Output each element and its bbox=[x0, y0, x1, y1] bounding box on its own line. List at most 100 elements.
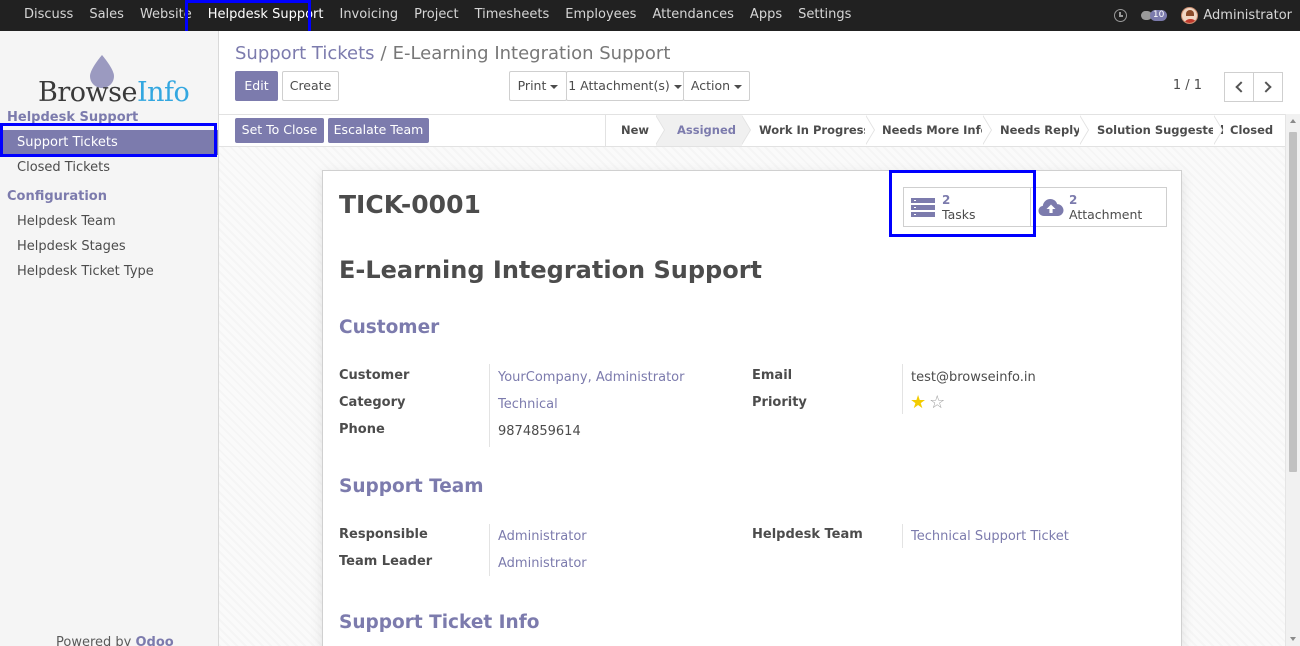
user-name: Administrator bbox=[1203, 8, 1292, 23]
sidebar-item-closed-tickets[interactable]: Closed Tickets bbox=[0, 155, 218, 180]
clock-icon[interactable] bbox=[1113, 9, 1127, 22]
menu-helpdesk-support[interactable]: Helpdesk Support bbox=[200, 0, 332, 31]
category-value[interactable]: Technical bbox=[498, 397, 558, 412]
breadcrumb-support-tickets[interactable]: Support Tickets bbox=[235, 43, 375, 64]
create-button[interactable]: Create bbox=[282, 71, 339, 101]
attachment-stat-button[interactable]: 2 Attachment bbox=[1030, 187, 1167, 227]
pager-next-button[interactable] bbox=[1253, 72, 1283, 102]
helpdesk-team-value[interactable]: Technical Support Ticket bbox=[911, 529, 1069, 544]
stage-closed[interactable]: Closed bbox=[1214, 115, 1285, 146]
menu-project[interactable]: Project bbox=[406, 0, 466, 31]
phone-label: Phone bbox=[339, 422, 385, 437]
breadcrumb-current: E-Learning Integration Support bbox=[392, 43, 671, 64]
phone-value: 9874859614 bbox=[498, 424, 581, 439]
attachment-label: Attachment bbox=[1069, 207, 1143, 222]
section-support-ticket-info-title: Support Ticket Info bbox=[339, 612, 540, 633]
cloud-upload-icon bbox=[1038, 199, 1064, 216]
set-to-close-button[interactable]: Set To Close bbox=[235, 118, 324, 143]
attachment-count: 2 bbox=[1069, 193, 1078, 207]
breadcrumb-separator: / bbox=[380, 43, 387, 64]
menu-timesheets[interactable]: Timesheets bbox=[467, 0, 558, 31]
chevron-left-icon bbox=[1235, 81, 1247, 93]
tasks-count: 2 bbox=[942, 193, 951, 207]
star-filled-icon[interactable]: ★ bbox=[910, 394, 926, 412]
browseinfo-logo[interactable]: BrowseInfo bbox=[38, 55, 190, 115]
sidebar-item-helpdesk-stages[interactable]: Helpdesk Stages bbox=[0, 234, 218, 259]
caret-down-icon bbox=[673, 84, 682, 89]
menu-apps[interactable]: Apps bbox=[742, 0, 790, 31]
tasks-stat-button[interactable]: 2 Tasks bbox=[903, 187, 1031, 227]
email-value: test@browseinfo.in bbox=[911, 370, 1036, 385]
menu-attendances[interactable]: Attendances bbox=[644, 0, 741, 31]
status-bar: Set To Close Escalate Team New Assigned … bbox=[219, 114, 1285, 147]
divider bbox=[902, 524, 903, 548]
email-label: Email bbox=[752, 368, 793, 383]
sidebar-item-support-tickets[interactable]: Support Tickets bbox=[0, 130, 218, 155]
stage-new[interactable]: New bbox=[606, 114, 665, 146]
menu-employees[interactable]: Employees bbox=[557, 0, 644, 31]
powered-by: Powered by Odoo bbox=[56, 635, 174, 646]
pager-previous-button[interactable] bbox=[1224, 72, 1254, 102]
avatar bbox=[1181, 7, 1199, 24]
caret-down-icon bbox=[550, 84, 559, 89]
sidebar-item-helpdesk-team[interactable]: Helpdesk Team bbox=[0, 209, 218, 234]
stage-solution-suggested[interactable]: Solution Suggested bbox=[1080, 114, 1224, 146]
ticket-title: E-Learning Integration Support bbox=[339, 256, 763, 284]
form-sheet: TICK-0001 2 Tasks 2 Attachment E-Learnin… bbox=[322, 170, 1182, 646]
pager-value[interactable]: 1 / 1 bbox=[1173, 78, 1202, 93]
chevron-right-icon bbox=[1260, 81, 1272, 93]
sidebar-section-helpdesk-support: Helpdesk Support bbox=[7, 110, 139, 125]
messages-button[interactable]: 10 bbox=[1140, 10, 1168, 21]
breadcrumb: Support Tickets / E-Learning Integration S… bbox=[235, 43, 670, 64]
stage-assigned[interactable]: Assigned bbox=[656, 114, 751, 146]
team-leader-label: Team Leader bbox=[339, 554, 433, 569]
print-dropdown[interactable]: Print bbox=[509, 71, 567, 101]
scrollbar[interactable] bbox=[1285, 114, 1300, 646]
stage-work-in-progress[interactable]: Work In Progress bbox=[742, 114, 875, 146]
scroll-up-icon[interactable] bbox=[1290, 119, 1296, 123]
sidebar-section-configuration: Configuration bbox=[7, 189, 107, 204]
app-menu: Discuss Sales Website Helpdesk Support I… bbox=[16, 0, 859, 31]
team-leader-value[interactable]: Administrator bbox=[498, 556, 587, 571]
escalate-team-button[interactable]: Escalate Team bbox=[328, 118, 429, 143]
priority-label: Priority bbox=[752, 395, 807, 410]
odoo-link[interactable]: Odoo bbox=[135, 635, 173, 646]
priority-stars: ★ ☆ bbox=[910, 394, 945, 412]
menu-invoicing[interactable]: Invoicing bbox=[331, 0, 406, 31]
scroll-down-icon[interactable] bbox=[1290, 637, 1296, 641]
star-empty-icon[interactable]: ☆ bbox=[929, 394, 945, 412]
menu-discuss[interactable]: Discuss bbox=[16, 0, 81, 31]
caret-down-icon bbox=[734, 84, 743, 89]
helpdesk-team-label: Helpdesk Team bbox=[752, 527, 863, 542]
section-customer-title: Customer bbox=[339, 317, 440, 338]
menu-website[interactable]: Website bbox=[132, 0, 200, 31]
action-dropdown[interactable]: Action bbox=[683, 71, 750, 101]
responsible-value[interactable]: Administrator bbox=[498, 529, 587, 544]
top-navbar: Discuss Sales Website Helpdesk Support I… bbox=[0, 0, 1300, 31]
divider bbox=[902, 364, 903, 414]
systray: 10 Administrator bbox=[1113, 0, 1292, 31]
scrollbar-thumb[interactable] bbox=[1289, 132, 1297, 472]
stage-pipeline: New Assigned Work In Progress Needs More… bbox=[605, 114, 1285, 146]
sidebar-item-helpdesk-ticket-type[interactable]: Helpdesk Ticket Type bbox=[0, 259, 218, 284]
menu-sales[interactable]: Sales bbox=[81, 0, 132, 31]
stage-needs-more-info[interactable]: Needs More Info bbox=[866, 114, 992, 146]
customer-value[interactable]: YourCompany, Administrator bbox=[498, 370, 684, 385]
messages-count-badge: 10 bbox=[1149, 10, 1168, 21]
attachments-dropdown[interactable]: 1 Attachment(s) bbox=[566, 71, 684, 101]
divider bbox=[489, 524, 490, 576]
ticket-reference: TICK-0001 bbox=[339, 190, 481, 219]
tasks-icon bbox=[911, 198, 935, 218]
user-menu[interactable]: Administrator bbox=[1181, 7, 1292, 24]
customer-label: Customer bbox=[339, 368, 410, 383]
sidebar: BrowseInfo Helpdesk Support Support Tick… bbox=[0, 31, 219, 646]
menu-settings[interactable]: Settings bbox=[790, 0, 859, 31]
divider bbox=[489, 364, 490, 447]
tasks-label: Tasks bbox=[942, 207, 976, 222]
edit-button[interactable]: Edit bbox=[235, 71, 278, 101]
stage-needs-reply[interactable]: Needs Reply bbox=[983, 114, 1089, 146]
logo-text: BrowseInfo bbox=[38, 77, 190, 108]
control-panel: Support Tickets / E-Learning Integration S… bbox=[219, 31, 1300, 115]
responsible-label: Responsible bbox=[339, 527, 428, 542]
category-label: Category bbox=[339, 395, 406, 410]
